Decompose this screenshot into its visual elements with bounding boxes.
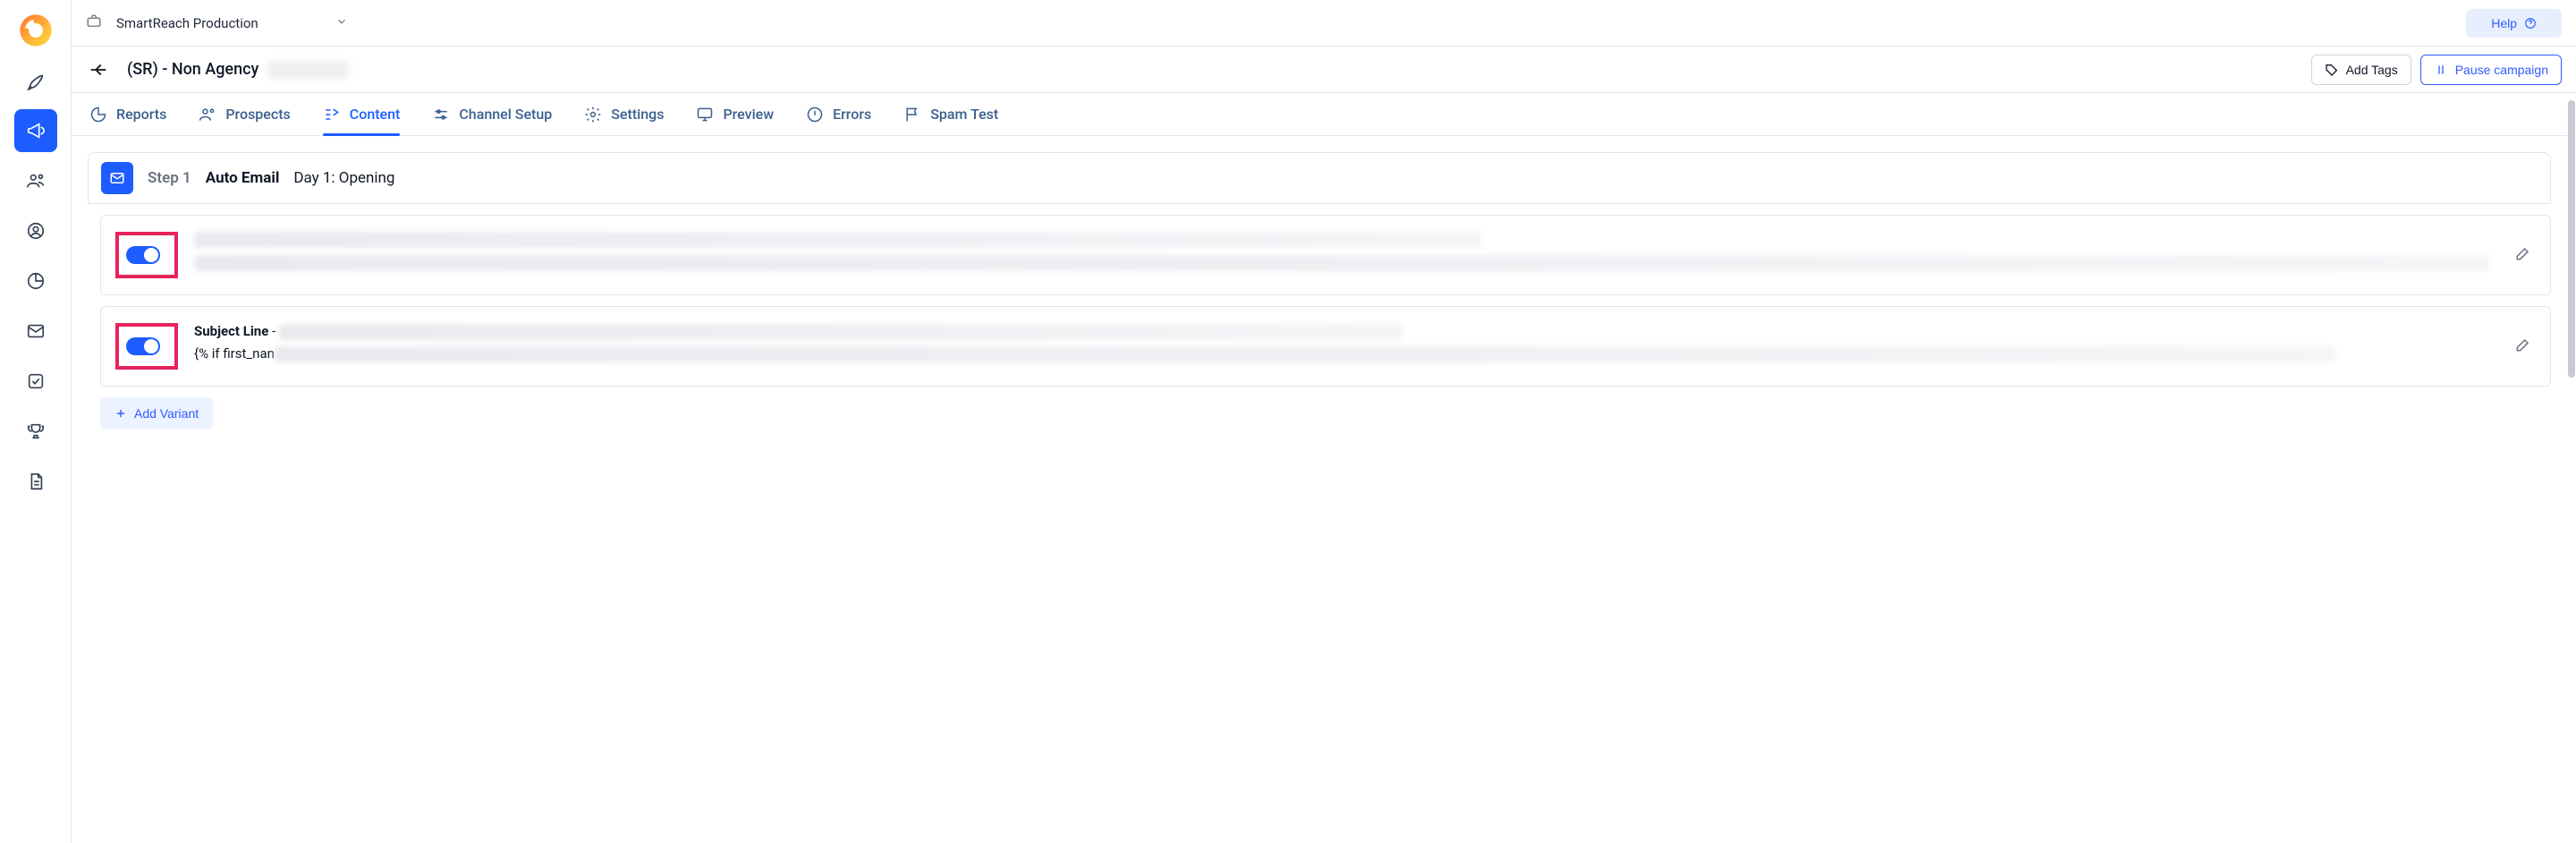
alert-icon: [806, 106, 824, 123]
nav-doc[interactable]: [14, 460, 57, 503]
nav-rocket[interactable]: [14, 59, 57, 102]
variant-subject: Subject Line -: [194, 323, 2536, 340]
tab-label: Reports: [116, 106, 166, 123]
pause-label: Pause campaign: [2455, 63, 2548, 77]
tab-spam-test[interactable]: Spam Test: [903, 93, 998, 135]
variant-snippet: {% if first_nan: [194, 345, 2536, 362]
workspace-selector[interactable]: SmartReach Production: [86, 13, 348, 33]
tab-errors[interactable]: Errors: [806, 93, 871, 135]
redacted-preview: [194, 255, 2489, 271]
campaign-title: (SR) - Non Agency: [127, 60, 349, 79]
nav-inbox[interactable]: [14, 310, 57, 353]
pie-icon: [89, 106, 107, 123]
step-header[interactable]: Step 1 Auto Email Day 1: Opening: [88, 152, 2551, 204]
tag-icon: [2325, 63, 2339, 77]
edit-button[interactable]: [2514, 244, 2532, 266]
tab-content[interactable]: Content: [323, 93, 401, 135]
step-day: Day 1: Opening: [293, 169, 394, 187]
add-variant-label: Add Variant: [134, 406, 199, 421]
campaign-header: (SR) - Non Agency Add Tags Pause campaig…: [72, 47, 2576, 93]
plus-icon: [114, 407, 127, 420]
tab-reports[interactable]: Reports: [89, 93, 166, 135]
step-number: Step 1: [148, 169, 191, 187]
nav-megaphone[interactable]: [14, 109, 57, 152]
tabs-row: Reports Prospects Content Channel Setup …: [72, 93, 2576, 136]
tab-label: Content: [350, 106, 401, 123]
scrollbar-thumb[interactable]: [2568, 100, 2575, 378]
tab-label: Preview: [723, 106, 774, 123]
variant-card-b[interactable]: Subject Line - {% if first_nan: [100, 306, 2551, 387]
flag-icon: [903, 106, 921, 123]
help-button[interactable]: Help: [2466, 9, 2562, 38]
tab-label: Spam Test: [930, 106, 998, 123]
nav-profile[interactable]: [14, 209, 57, 252]
tab-label: Channel Setup: [459, 106, 552, 123]
scrollbar[interactable]: [2567, 97, 2576, 843]
logo: [0, 9, 71, 52]
tab-settings[interactable]: Settings: [584, 93, 664, 135]
pause-campaign-button[interactable]: Pause campaign: [2420, 55, 2562, 85]
variant-body: [194, 232, 2536, 278]
tab-channel-setup[interactable]: Channel Setup: [432, 93, 552, 135]
nav-reports[interactable]: [14, 260, 57, 302]
add-variant-button[interactable]: Add Variant: [100, 397, 213, 430]
gear-icon: [584, 106, 602, 123]
tab-prospects[interactable]: Prospects: [199, 93, 290, 135]
toggle-highlight: [115, 323, 178, 370]
content-icon: [323, 106, 341, 123]
nav-tasks[interactable]: [14, 360, 57, 403]
tab-label: Errors: [833, 106, 871, 123]
variant-toggle[interactable]: [126, 246, 160, 264]
workspace-name: SmartReach Production: [116, 15, 258, 31]
people-icon: [199, 106, 216, 123]
sliders-icon: [432, 106, 450, 123]
tab-label: Settings: [611, 106, 664, 123]
briefcase-icon: [86, 13, 102, 33]
add-tags-label: Add Tags: [2346, 63, 2398, 77]
nav-team[interactable]: [14, 159, 57, 202]
help-label: Help: [2491, 16, 2517, 30]
campaign-title-redacted: [268, 61, 349, 79]
monitor-icon: [696, 106, 714, 123]
chevron-down-icon: [335, 15, 348, 31]
topbar: SmartReach Production Help: [72, 0, 2576, 47]
variant-card-a[interactable]: [100, 215, 2551, 295]
main: SmartReach Production Help (SR) - Non Ag…: [72, 0, 2576, 843]
email-icon: [101, 162, 133, 194]
sidebar: [0, 0, 72, 843]
redacted-subject: [194, 232, 1482, 248]
content-area: Step 1 Auto Email Day 1: Opening: [72, 136, 2576, 843]
nav-trophy[interactable]: [14, 410, 57, 453]
toggle-highlight: [115, 232, 178, 278]
help-circle-icon: [2524, 17, 2537, 30]
campaign-title-text: (SR) - Non Agency: [127, 60, 258, 79]
edit-button[interactable]: [2514, 336, 2532, 357]
variant-toggle[interactable]: [126, 337, 160, 355]
tab-label: Prospects: [225, 106, 290, 123]
pause-icon: [2434, 63, 2448, 77]
step-kind: Auto Email: [206, 169, 280, 187]
tab-preview[interactable]: Preview: [696, 93, 774, 135]
back-button[interactable]: [86, 57, 111, 82]
add-tags-button[interactable]: Add Tags: [2311, 55, 2411, 85]
variant-body: Subject Line - {% if first_nan: [194, 323, 2536, 362]
